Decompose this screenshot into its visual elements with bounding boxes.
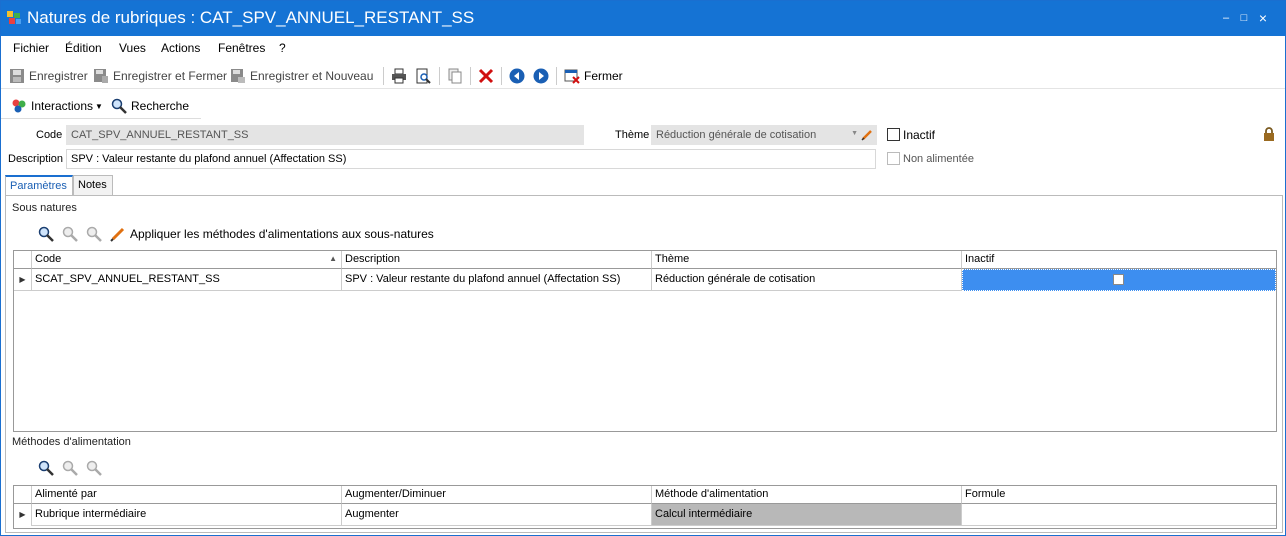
arrow-left-icon bbox=[509, 68, 525, 84]
title-bar: Natures de rubriques : CAT_SPV_ANNUEL_RE… bbox=[1, 1, 1285, 36]
delete-icon bbox=[478, 68, 494, 84]
row-indicator[interactable]: ▶ bbox=[14, 269, 32, 291]
column-header-code[interactable]: Code ▲ bbox=[32, 251, 342, 269]
toolbar-separator bbox=[470, 67, 471, 85]
save-new-button[interactable]: Enregistrer et Nouveau bbox=[230, 67, 373, 85]
close-document-icon bbox=[564, 69, 580, 84]
edit-pencil-icon bbox=[110, 227, 125, 242]
interactions-button[interactable]: Interactions ▼ bbox=[11, 97, 103, 115]
cell-formule[interactable] bbox=[962, 504, 1276, 526]
methodes-title: Méthodes d'alimentation bbox=[12, 436, 131, 448]
app-icon bbox=[7, 11, 21, 24]
column-header-formule[interactable]: Formule bbox=[962, 486, 1276, 504]
print-icon bbox=[392, 68, 406, 84]
sous-natures-title: Sous natures bbox=[12, 202, 77, 214]
search-icon bbox=[111, 98, 127, 114]
save-button[interactable]: Enregistrer bbox=[9, 67, 88, 85]
save-new-icon bbox=[231, 69, 245, 83]
column-header-inactif[interactable]: Inactif bbox=[962, 251, 1276, 269]
tab-parametres[interactable]: Paramètres bbox=[5, 175, 73, 195]
methodes-toolbar bbox=[38, 456, 102, 480]
close-button[interactable]: Fermer bbox=[564, 67, 623, 85]
cell-alimente-par[interactable]: Rubrique intermédiaire bbox=[32, 504, 342, 526]
menu-vues[interactable]: Vues bbox=[119, 41, 146, 55]
cell-theme[interactable]: Réduction générale de cotisation bbox=[652, 269, 962, 291]
toolbar-separator bbox=[383, 67, 384, 85]
zoom-out-icon[interactable] bbox=[86, 460, 102, 476]
save-icon bbox=[10, 69, 24, 83]
description-field[interactable]: SPV : Valeur restante du plafond annuel … bbox=[66, 149, 876, 169]
chevron-down-icon: ▼ bbox=[851, 130, 858, 137]
chevron-down-icon: ▼ bbox=[95, 101, 103, 111]
next-button[interactable] bbox=[533, 67, 549, 85]
save-close-icon bbox=[94, 69, 108, 83]
edit-pencil-icon[interactable] bbox=[861, 129, 873, 141]
menu-bar: Fichier Édition Vues Actions Fenêtres ? bbox=[1, 37, 1285, 59]
cell-description[interactable]: SPV : Valeur restante du plafond annuel … bbox=[342, 269, 652, 291]
menu-help[interactable]: ? bbox=[279, 41, 286, 55]
lock-icon bbox=[1264, 127, 1274, 141]
search-icon[interactable] bbox=[38, 460, 54, 476]
grid-corner bbox=[14, 251, 32, 269]
main-window: Natures de rubriques : CAT_SPV_ANNUEL_RE… bbox=[0, 0, 1286, 536]
arrow-right-icon bbox=[533, 68, 549, 84]
menu-actions[interactable]: Actions bbox=[161, 41, 200, 55]
code-label: Code bbox=[36, 129, 63, 141]
toolbar-separator bbox=[556, 67, 557, 85]
theme-label: Thème bbox=[615, 129, 650, 141]
cell-methode[interactable]: Calcul intermédiaire bbox=[652, 504, 962, 526]
non-alimentee-label: Non alimentée bbox=[903, 153, 974, 165]
sort-ascending-icon: ▲ bbox=[329, 254, 337, 263]
menu-edition[interactable]: Édition bbox=[65, 41, 102, 55]
apply-methods-button[interactable]: Appliquer les méthodes d'alimentations a… bbox=[110, 226, 434, 242]
delete-button[interactable] bbox=[478, 67, 494, 85]
toolbar-separator bbox=[439, 67, 440, 85]
previous-button[interactable] bbox=[509, 67, 525, 85]
column-header-description[interactable]: Description bbox=[342, 251, 652, 269]
parametres-panel: Sous natures Appliquer les méthodes d'al… bbox=[5, 195, 1283, 533]
main-toolbar: Enregistrer Enregistrer et Fermer Enregi… bbox=[1, 61, 1285, 89]
column-header-theme[interactable]: Thème bbox=[652, 251, 962, 269]
print-button[interactable] bbox=[391, 67, 407, 85]
search-button[interactable]: Recherche bbox=[111, 97, 189, 115]
inactif-label: Inactif bbox=[903, 128, 936, 142]
toolbar-separator bbox=[501, 67, 502, 85]
cell-code[interactable]: SCAT_SPV_ANNUEL_RESTANT_SS bbox=[32, 269, 342, 291]
column-header-alimente-par[interactable]: Alimenté par bbox=[32, 486, 342, 504]
window-title: Natures de rubriques : CAT_SPV_ANNUEL_RE… bbox=[27, 8, 475, 27]
print-preview-button[interactable] bbox=[415, 67, 431, 85]
inactif-row-checkbox[interactable] bbox=[1113, 274, 1124, 285]
secondary-toolbar: Interactions ▼ Recherche bbox=[1, 93, 201, 119]
menu-fichier[interactable]: Fichier bbox=[13, 41, 49, 55]
row-indicator[interactable]: ▶ bbox=[14, 504, 32, 526]
cell-inactif[interactable] bbox=[962, 269, 1276, 291]
menu-fenetres[interactable]: Fenêtres bbox=[218, 41, 265, 55]
save-close-button[interactable]: Enregistrer et Fermer bbox=[93, 67, 227, 85]
column-header-methode[interactable]: Méthode d'alimentation bbox=[652, 486, 962, 504]
cell-augmenter[interactable]: Augmenter bbox=[342, 504, 652, 526]
non-alimentee-checkbox[interactable] bbox=[887, 152, 900, 165]
theme-select[interactable]: Réduction générale de cotisation ▼ bbox=[651, 125, 877, 145]
zoom-out-icon[interactable] bbox=[86, 226, 102, 242]
sous-natures-grid: Code ▲ Description Thème Inactif ▶ SCAT_… bbox=[13, 250, 1277, 432]
code-field[interactable]: CAT_SPV_ANNUEL_RESTANT_SS bbox=[66, 125, 584, 145]
copy-icon bbox=[448, 68, 462, 84]
sous-natures-toolbar: Appliquer les méthodes d'alimentations a… bbox=[38, 222, 434, 246]
tab-notes[interactable]: Notes bbox=[73, 175, 113, 195]
interactions-icon bbox=[12, 99, 26, 113]
grid-corner bbox=[14, 486, 32, 504]
inactif-checkbox[interactable] bbox=[887, 128, 900, 141]
column-header-augmenter[interactable]: Augmenter/Diminuer bbox=[342, 486, 652, 504]
maximize-button[interactable]: □ bbox=[1237, 11, 1251, 25]
print-preview-icon bbox=[416, 68, 431, 84]
zoom-in-icon[interactable] bbox=[62, 226, 78, 242]
description-label: Description bbox=[8, 153, 64, 165]
search-icon[interactable] bbox=[38, 226, 54, 242]
zoom-in-icon[interactable] bbox=[62, 460, 78, 476]
close-window-button[interactable]: × bbox=[1256, 11, 1270, 25]
methodes-grid: Alimenté par Augmenter/Diminuer Méthode … bbox=[13, 485, 1277, 529]
minimize-button[interactable]: – bbox=[1219, 11, 1233, 25]
copy-button[interactable] bbox=[447, 67, 463, 85]
